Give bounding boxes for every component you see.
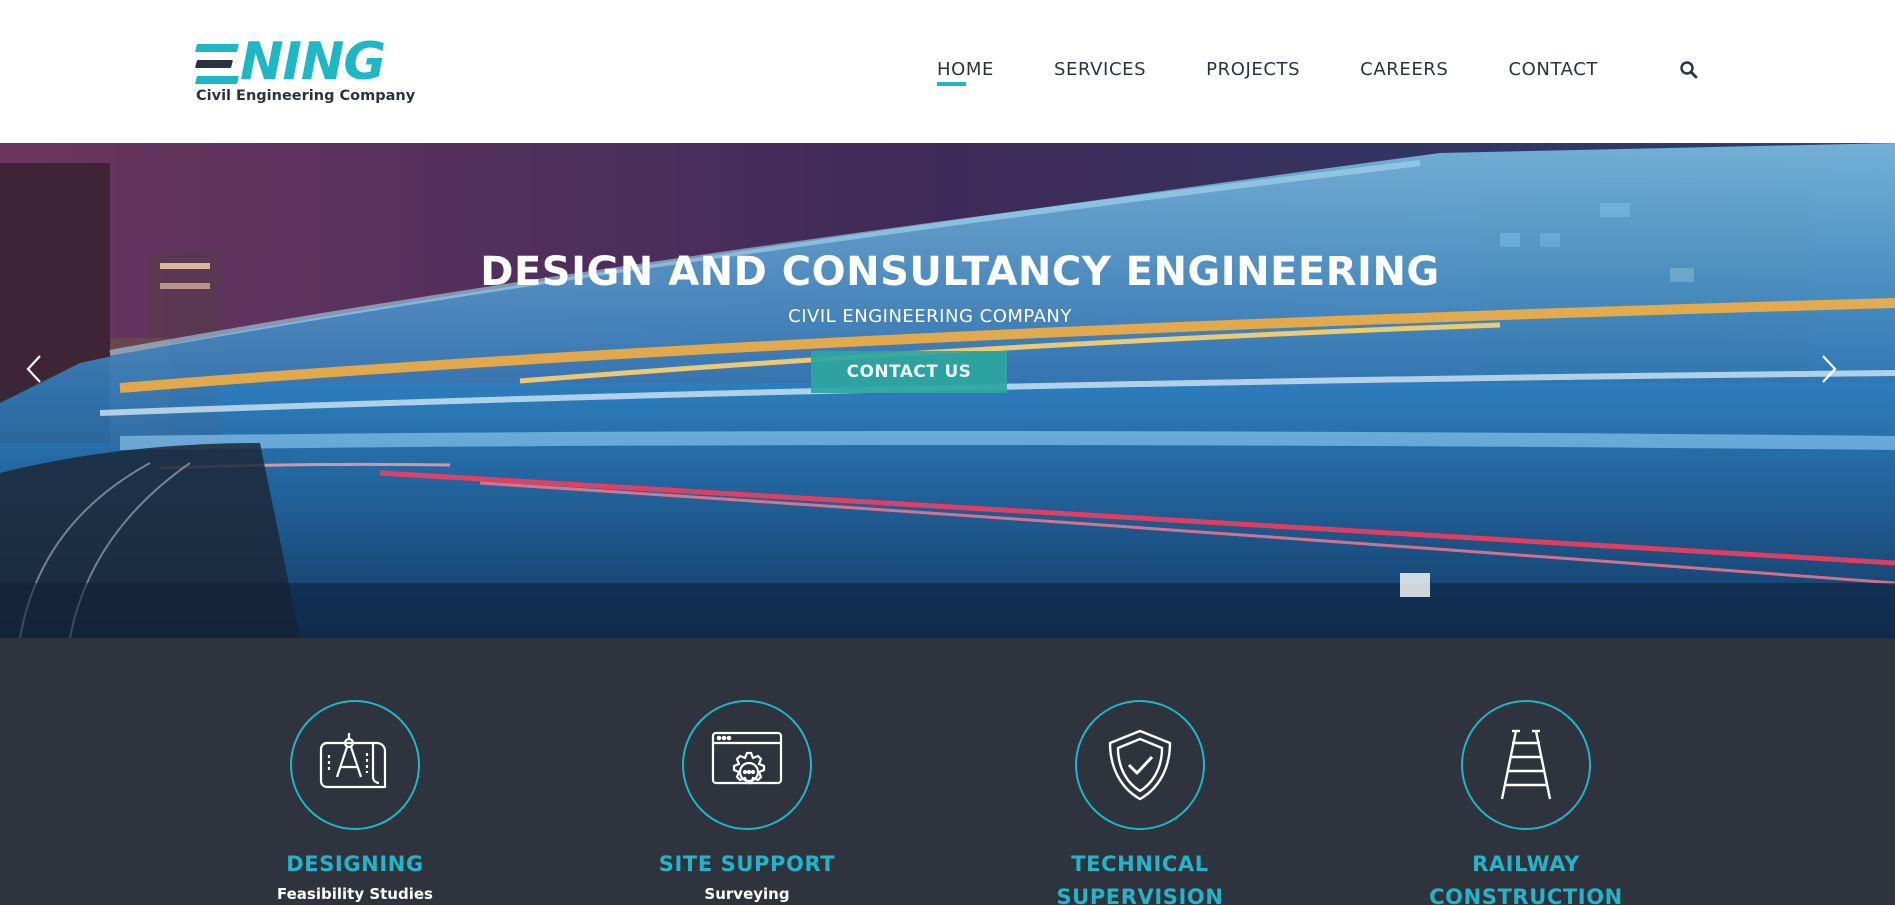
shield-check-icon [1075,700,1205,830]
logo-mark: NING [195,32,406,92]
logo[interactable]: NING Civil Engineering Company [195,32,416,106]
service-title: RAILWAY CONSTRUCTION [1429,852,1623,905]
gear-window-icon [682,700,812,830]
service-title: TECHNICAL SUPERVISION [1056,852,1224,905]
service-designing[interactable]: DESIGNING Feasibility Studies [235,700,475,903]
contact-us-button[interactable]: CONTACT US [811,351,1007,393]
site-header: NING Civil Engineering Company HOME SERV… [0,0,1895,143]
nav-item-projects[interactable]: PROJECTS [1206,58,1300,82]
hero-title: DESIGN AND CONSULTANCY ENGINEERING [480,249,1440,295]
service-railway-construction[interactable]: RAILWAY CONSTRUCTION [1406,700,1646,905]
logo-e-glyph [195,42,239,86]
nav-item-careers[interactable]: CAREERS [1360,58,1448,82]
services-section: DESIGNING Feasibility Studies SITE SUPPO… [0,638,1895,905]
main-nav: HOME SERVICES PROJECTS CAREERS CONTACT [937,58,1658,86]
search-icon[interactable] [1679,60,1699,80]
service-title: SITE SUPPORT [658,852,836,876]
logo-wordmark: NING [240,32,386,92]
railway-track-icon [1461,700,1591,830]
nav-item-home[interactable]: HOME [937,58,994,86]
hero-slider: DESIGN AND CONSULTANCY ENGINEERING CIVIL… [0,143,1895,638]
nav-item-contact[interactable]: CONTACT [1508,58,1598,82]
hero-subtitle: CIVIL ENGINEERING COMPANY [788,306,1072,327]
logo-subtitle: Civil Engineering Company [196,88,416,104]
service-technical-supervision[interactable]: TECHNICAL SUPERVISION [1020,700,1260,905]
service-title: DESIGNING [286,852,424,876]
service-desc: Feasibility Studies [277,885,433,903]
blueprint-icon [290,700,420,830]
service-site-support[interactable]: SITE SUPPORT Surveying [627,700,867,903]
chevron-right-icon[interactable] [1811,352,1845,386]
service-desc: Surveying [704,885,790,903]
nav-item-services[interactable]: SERVICES [1054,58,1146,82]
chevron-left-icon[interactable] [18,352,52,386]
